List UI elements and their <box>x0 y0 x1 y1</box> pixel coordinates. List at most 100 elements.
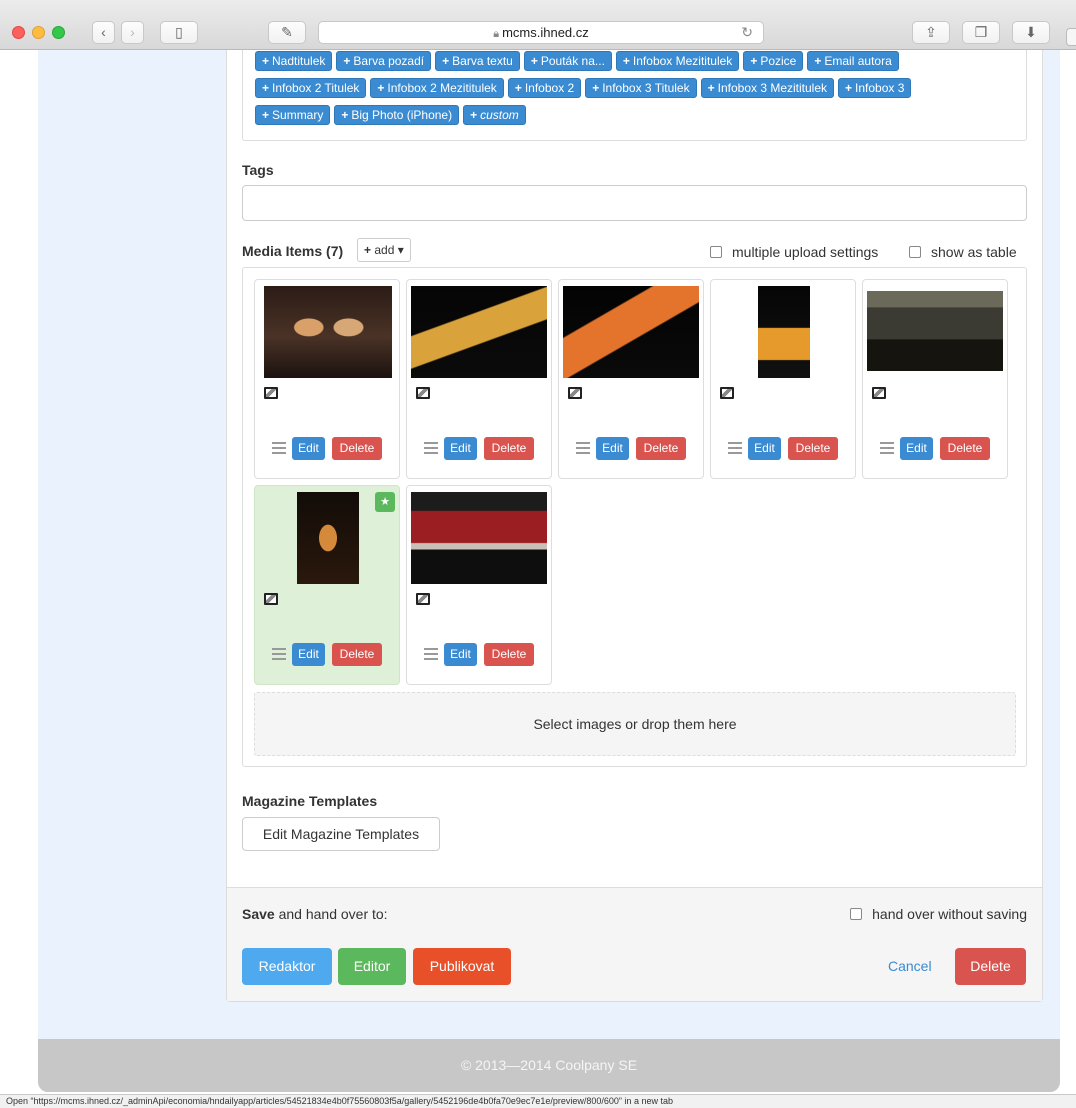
media-item-card[interactable]: Edit Delete <box>406 279 552 479</box>
edit-media-button[interactable]: Edit <box>900 437 933 460</box>
media-item-card[interactable]: Edit Delete <box>710 279 856 479</box>
plus-icon: + <box>377 81 385 95</box>
drag-handle-icon[interactable] <box>728 442 742 454</box>
sidebar-icon: ▯ <box>175 24 183 40</box>
checkbox-box[interactable] <box>909 246 921 258</box>
sidebar-button[interactable]: ▯ <box>160 21 198 44</box>
tabs-button[interactable]: ❐ <box>962 21 1000 44</box>
media-item-card[interactable]: ★ Edit Delete <box>254 485 400 685</box>
add-field-template-button[interactable]: + Infobox 2 <box>507 78 582 98</box>
compose-button[interactable]: ✎ <box>268 21 306 44</box>
field-template-label: Email autora <box>824 54 892 68</box>
media-thumbnail[interactable] <box>411 492 547 584</box>
add-media-label: add <box>374 243 395 257</box>
lock-icon: 🔒︎ <box>493 28 500 40</box>
add-field-template-button[interactable]: + Infobox 3 Titulek <box>585 78 697 98</box>
delete-media-button[interactable]: Delete <box>484 643 534 666</box>
publikovat-button[interactable]: Publikovat <box>413 948 511 985</box>
add-field-template-button[interactable]: + Barva pozadí <box>336 51 432 71</box>
edit-media-button[interactable]: Edit <box>292 643 325 666</box>
media-thumbnail[interactable] <box>411 286 547 378</box>
image-icon <box>416 593 430 605</box>
add-media-button[interactable]: + add ▾ <box>357 238 411 262</box>
drag-handle-icon[interactable] <box>272 442 286 454</box>
add-field-template-button[interactable]: + Nadtitulek <box>255 51 333 71</box>
media-thumbnail[interactable] <box>867 291 1003 371</box>
edit-media-button[interactable]: Edit <box>444 643 477 666</box>
redaktor-button[interactable]: Redaktor <box>242 948 332 985</box>
media-item-card[interactable]: Edit Delete <box>558 279 704 479</box>
multiple-upload-checkbox[interactable]: multiple upload settings <box>710 244 878 260</box>
reload-icon[interactable]: ↻ <box>741 22 753 43</box>
add-field-template-button[interactable]: + Summary <box>255 105 331 125</box>
page-content: + Nadtitulek + Barva pozadí + Barva textu + Pou… <box>38 50 1060 1092</box>
checkbox-box[interactable] <box>850 908 863 920</box>
forward-button[interactable]: › <box>121 21 144 44</box>
delete-article-button[interactable]: Delete <box>955 948 1026 985</box>
media-item-card[interactable]: Edit Delete <box>862 279 1008 479</box>
edit-media-button[interactable]: Edit <box>748 437 781 460</box>
plus-icon: + <box>470 108 478 122</box>
address-bar[interactable]: 🔒︎ mcms.ihned.cz ↻ <box>318 21 764 44</box>
delete-media-button[interactable]: Delete <box>332 643 382 666</box>
add-field-template-button[interactable]: + Pouták na... <box>523 51 612 71</box>
share-button[interactable]: ⇪ <box>912 21 950 44</box>
add-field-template-button[interactable]: + Barva textu <box>435 51 520 71</box>
edit-media-button[interactable]: Edit <box>596 437 629 460</box>
drag-handle-icon[interactable] <box>576 442 590 454</box>
edit-media-button[interactable]: Edit <box>292 437 325 460</box>
media-thumbnail[interactable] <box>758 286 810 378</box>
add-field-template-button[interactable]: + Pozice <box>743 51 804 71</box>
field-template-label: Summary <box>272 108 324 122</box>
delete-media-button[interactable]: Delete <box>636 437 686 460</box>
upload-dropzone[interactable]: Select images or drop them here <box>254 692 1016 756</box>
magazine-templates-label: Magazine Templates <box>242 793 378 809</box>
close-window-button[interactable] <box>12 26 25 39</box>
plus-icon: + <box>262 81 270 95</box>
media-item-card[interactable]: Edit Delete <box>254 279 400 479</box>
media-thumbnail[interactable] <box>264 286 392 378</box>
plus-icon: + <box>707 81 715 95</box>
zoom-window-button[interactable] <box>52 26 65 39</box>
edit-media-button[interactable]: Edit <box>444 437 477 460</box>
delete-media-button[interactable]: Delete <box>788 437 838 460</box>
edit-magazine-templates-button[interactable]: Edit Magazine Templates <box>242 817 440 851</box>
drag-handle-icon[interactable] <box>424 442 438 454</box>
tags-input[interactable] <box>242 185 1027 221</box>
field-template-label: Infobox Mezititulek <box>632 54 733 68</box>
add-field-template-button[interactable]: + Infobox 2 Mezititulek <box>370 78 504 98</box>
field-template-label: Barva pozadí <box>353 54 425 68</box>
save-handover-text: Save and hand over to: <box>242 906 388 922</box>
plus-icon: + <box>592 81 600 95</box>
image-icon <box>416 387 430 399</box>
drag-handle-icon[interactable] <box>880 442 894 454</box>
back-button[interactable]: ‹ <box>92 21 115 44</box>
add-field-template-button[interactable]: + Infobox 3 <box>838 78 912 98</box>
drag-handle-icon[interactable] <box>424 648 438 660</box>
minimize-window-button[interactable] <box>32 26 45 39</box>
field-template-label: Infobox 3 Titulek <box>602 81 690 95</box>
editor-button[interactable]: Editor <box>338 948 406 985</box>
field-template-label: Infobox 2 Mezititulek <box>387 81 497 95</box>
add-field-template-button[interactable]: + Infobox 3 Mezititulek <box>700 78 835 98</box>
star-icon[interactable]: ★ <box>375 492 395 512</box>
media-item-card[interactable]: Edit Delete <box>406 485 552 685</box>
add-field-template-button[interactable]: + custom <box>463 105 526 125</box>
delete-media-button[interactable]: Delete <box>332 437 382 460</box>
delete-media-button[interactable]: Delete <box>940 437 990 460</box>
downloads-button[interactable]: ⬇ <box>1012 21 1050 44</box>
add-field-template-button[interactable]: + Email autora <box>807 51 899 71</box>
add-field-template-button[interactable]: + Infobox 2 Titulek <box>255 78 367 98</box>
drag-handle-icon[interactable] <box>272 648 286 660</box>
tabs-icon: ❐ <box>974 24 988 40</box>
field-template-label: Pozice <box>760 54 797 68</box>
media-thumbnail[interactable] <box>563 286 699 378</box>
checkbox-box[interactable] <box>710 246 722 258</box>
media-thumbnail[interactable] <box>297 492 359 584</box>
hand-over-without-saving-checkbox[interactable]: hand over without saving <box>850 906 1027 922</box>
cancel-link[interactable]: Cancel <box>888 948 932 985</box>
show-as-table-checkbox[interactable]: show as table <box>909 244 1017 260</box>
delete-media-button[interactable]: Delete <box>484 437 534 460</box>
add-field-template-button[interactable]: + Infobox Mezititulek <box>615 51 740 71</box>
add-field-template-button[interactable]: + Big Photo (iPhone) <box>334 105 460 125</box>
